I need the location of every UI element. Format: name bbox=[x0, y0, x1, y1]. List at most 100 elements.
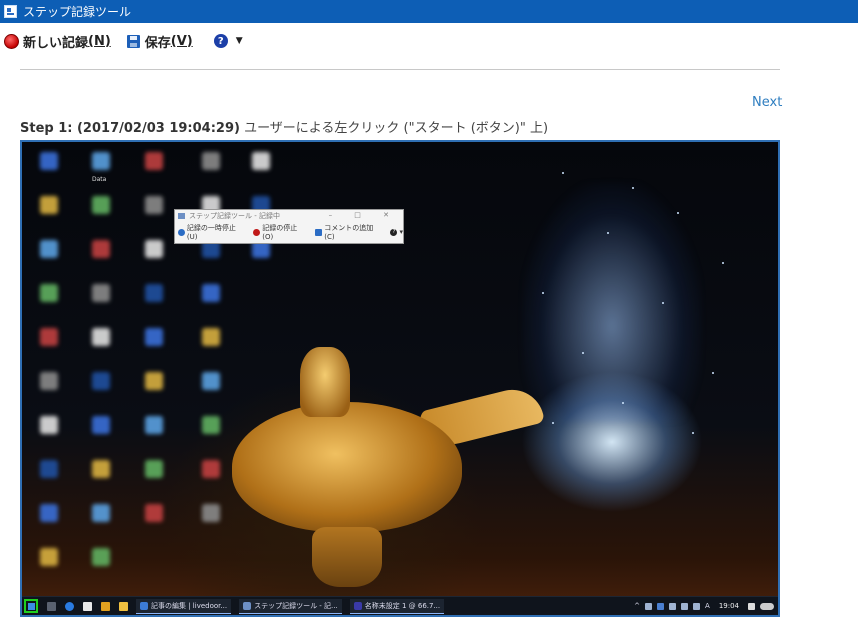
new-recording-shortcut: (N) bbox=[88, 33, 111, 49]
desktop-icon-label: Data bbox=[92, 176, 107, 183]
star bbox=[662, 302, 664, 304]
notification-icon bbox=[748, 602, 755, 610]
desktop-icon bbox=[92, 372, 110, 390]
desktop-icon bbox=[202, 152, 220, 170]
taskbar-clock: 19:04 bbox=[718, 602, 739, 610]
next-link[interactable]: Next bbox=[752, 95, 782, 110]
tray-icon bbox=[645, 602, 653, 610]
desktop-icon bbox=[145, 460, 163, 478]
step-screenshot: Data ステップ記録ツール - 記録中 – □ ✕ 記録の一時停止(U) 記録… bbox=[20, 140, 780, 617]
record-icon bbox=[4, 33, 19, 49]
help-icon[interactable]: ? bbox=[213, 34, 228, 48]
desktop-icon bbox=[145, 372, 163, 390]
store-icon bbox=[83, 601, 92, 611]
desktop-icon bbox=[40, 196, 58, 214]
lamp-lid bbox=[300, 347, 350, 417]
comment-icon bbox=[315, 228, 323, 236]
lamp-body bbox=[232, 402, 462, 532]
desktop-icon bbox=[252, 152, 270, 170]
mini-help-icon: ? bbox=[390, 228, 398, 236]
desktop-icon bbox=[145, 284, 163, 302]
desktop-icon bbox=[145, 152, 163, 170]
pause-label: 記録の一時停止(U) bbox=[186, 224, 236, 241]
step-header: Step 1: (2017/02/03 19:04:29) bbox=[20, 121, 240, 136]
steps-recorder-icon bbox=[4, 5, 17, 18]
desktop-icon bbox=[202, 372, 220, 390]
new-recording-label: 新しい記録 bbox=[23, 35, 89, 51]
desktop-icon bbox=[145, 328, 163, 346]
desktop-icon bbox=[92, 284, 110, 302]
desktop-icon bbox=[92, 416, 110, 434]
desktop-icon bbox=[40, 240, 58, 258]
star bbox=[552, 422, 554, 424]
windows-start-icon bbox=[24, 599, 38, 613]
step-description: ユーザーによる左クリック ("スタート (ボタン)" 上) bbox=[239, 121, 549, 136]
tray-icon bbox=[657, 602, 665, 610]
stop-label: 記録の停止(O) bbox=[262, 224, 298, 241]
star bbox=[722, 262, 724, 264]
desktop-icon bbox=[40, 416, 58, 434]
taskbar-item: ステップ記録ツール - 記... bbox=[239, 598, 342, 614]
ime-indicator: A bbox=[705, 602, 710, 610]
new-recording-button[interactable]: 新しい記録 (N) bbox=[0, 32, 111, 51]
desktop-icon bbox=[145, 196, 163, 214]
desktop-icon bbox=[92, 328, 110, 346]
star bbox=[562, 172, 564, 174]
star bbox=[632, 187, 634, 189]
comment-label: コメントの追加(C) bbox=[324, 224, 374, 241]
mini-window-title-text: ステップ記録ツール - 記録中 bbox=[189, 212, 280, 220]
desktop-icon bbox=[40, 372, 58, 390]
mini-dropdown-icon: ▾ bbox=[399, 228, 403, 236]
mini-window-controls: – □ ✕ bbox=[328, 211, 399, 219]
star bbox=[712, 372, 714, 374]
volume-icon bbox=[693, 602, 701, 610]
desktop-icon bbox=[92, 152, 110, 170]
save-label: 保存 bbox=[144, 35, 171, 51]
desktop-icon bbox=[202, 504, 220, 522]
desktop-icon bbox=[202, 416, 220, 434]
desktop-icon bbox=[202, 460, 220, 478]
app-icon bbox=[101, 601, 110, 611]
edge-icon bbox=[65, 601, 74, 611]
desktop-icon bbox=[145, 416, 163, 434]
pause-recording-button: 記録の一時停止(U) bbox=[178, 223, 245, 241]
task-view-icon bbox=[47, 601, 56, 611]
desktop-icon bbox=[92, 548, 110, 566]
desktop-icon bbox=[202, 328, 220, 346]
desktop-icon bbox=[40, 460, 58, 478]
title-bar: ステップ記録ツール bbox=[0, 0, 858, 23]
window-title: ステップ記録ツール bbox=[23, 5, 132, 19]
taskbar-item: 記事の編集 | livedoor... bbox=[136, 598, 232, 614]
explorer-icon bbox=[119, 601, 128, 611]
help-dropdown-chevron-icon[interactable]: ▼ bbox=[236, 36, 243, 46]
desktop-icon bbox=[92, 460, 110, 478]
desktop-icon bbox=[40, 284, 58, 302]
cloud-icon bbox=[760, 602, 774, 610]
desktop-icon bbox=[145, 240, 163, 258]
desktop-icon bbox=[40, 328, 58, 346]
desktop-icon bbox=[92, 240, 110, 258]
star bbox=[582, 352, 584, 354]
mini-window-title: ステップ記録ツール - 記録中 – □ ✕ bbox=[175, 210, 403, 222]
desktop-icon bbox=[40, 152, 58, 170]
save-disk-icon bbox=[126, 34, 140, 48]
pause-icon bbox=[178, 228, 185, 236]
tray-chevron-icon: ^ bbox=[634, 602, 641, 610]
taskbar: 記事の編集 | livedoor... ステップ記録ツール - 記... 名称未… bbox=[22, 596, 778, 615]
star bbox=[542, 292, 544, 294]
system-tray: ^ A 19:04 bbox=[634, 602, 778, 610]
taskbar-item: 名称未設定 1 @ 66.7... bbox=[349, 598, 445, 614]
mini-help: ? ▾ bbox=[390, 228, 403, 236]
save-button[interactable]: 保存 (V) bbox=[111, 32, 193, 51]
stop-recording-button: 記録の停止(O) bbox=[253, 223, 307, 241]
lamp-base bbox=[312, 527, 382, 587]
desktop-icon bbox=[145, 504, 163, 522]
network-icon bbox=[681, 602, 689, 610]
star bbox=[622, 402, 624, 404]
save-shortcut: (V) bbox=[170, 33, 193, 49]
add-comment-button: コメントの追加(C) bbox=[315, 223, 382, 241]
star bbox=[692, 432, 694, 434]
desktop-icon bbox=[40, 504, 58, 522]
desktop-icon bbox=[202, 284, 220, 302]
tray-icon bbox=[669, 602, 677, 610]
